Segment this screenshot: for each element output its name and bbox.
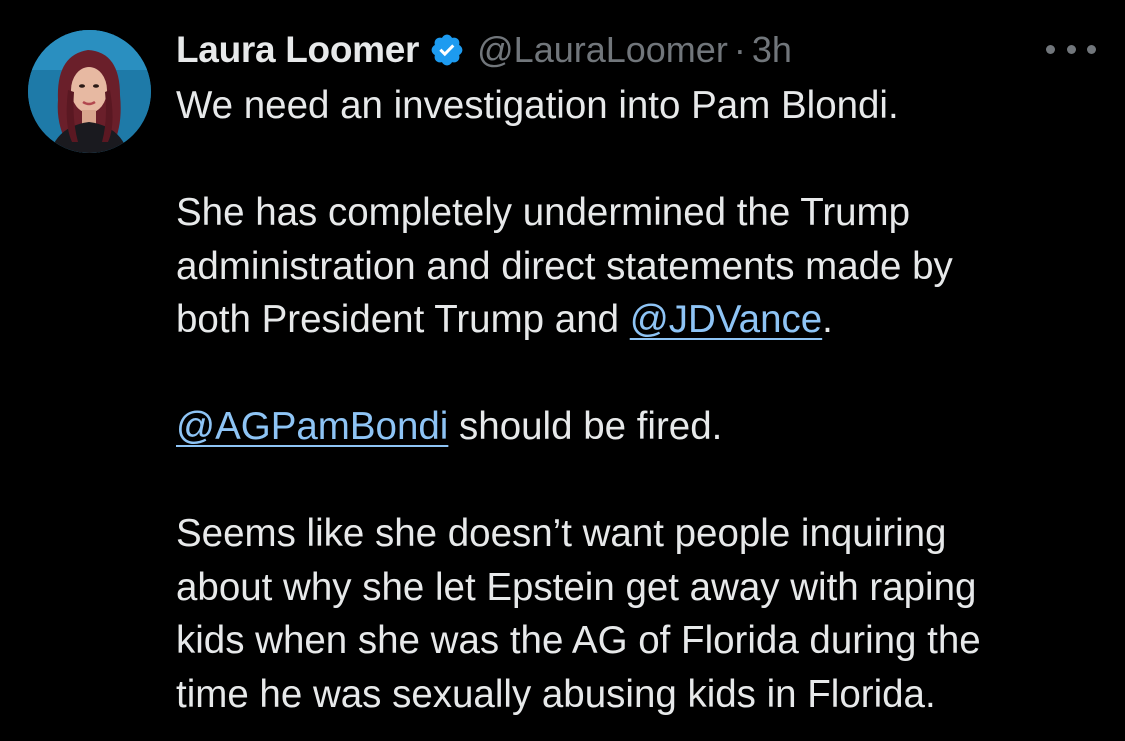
tweet-text-line: kids when she was the AG of Florida duri… [176, 619, 981, 662]
tweet-text-line: We need an investigation into Pam Blondi… [176, 84, 899, 127]
tweet-timestamp[interactable]: 3h [752, 29, 792, 71]
mention-link-agpambondi[interactable]: @AGPamBondi [176, 405, 448, 448]
tweet-text-line: both President Trump and [176, 298, 630, 341]
tweet-paragraph-2: She has completely undermined the Trump … [176, 186, 1106, 347]
tweet-text-line: should be fired. [448, 405, 723, 448]
author-avatar[interactable] [28, 30, 151, 153]
mention-link-jdvance[interactable]: @JDVance [630, 298, 822, 341]
header-separator: · [733, 29, 746, 70]
avatar-photo [28, 30, 151, 153]
tweet-text-line: time he was sexually abusing kids in Flo… [176, 672, 936, 716]
tweet-paragraph-1: We need an investigation into Pam Blondi… [176, 79, 1106, 133]
tweet-text: We need an investigation into Pam Blondi… [176, 79, 1106, 721]
tweet-paragraph-3: @AGPamBondi should be fired. [176, 400, 1106, 454]
tweet-header: Laura Loomer @LauraLoomer · 3h [176, 24, 792, 76]
author-handle[interactable]: @LauraLoomer [477, 29, 728, 71]
tweet: Laura Loomer @LauraLoomer · 3h We need a… [0, 0, 1125, 741]
ellipsis-icon-dot [1087, 44, 1096, 54]
verified-badge-icon [429, 32, 465, 68]
tweet-text-punct: . [822, 298, 833, 341]
ellipsis-icon-dot [1046, 44, 1055, 54]
more-options-button[interactable] [1046, 38, 1096, 60]
author-display-name[interactable]: Laura Loomer [176, 29, 419, 71]
tweet-text-line: about why she let Epstein get away with … [176, 565, 977, 609]
tweet-text-line: Seems like she doesn’t want people inqui… [176, 512, 947, 555]
ellipsis-icon-dot [1066, 44, 1076, 54]
tweet-text-line: She has completely undermined the Trump [176, 191, 911, 234]
tweet-paragraph-4: Seems like she doesn’t want people inqui… [176, 507, 1106, 721]
tweet-text-line: administration and direct statements mad… [176, 244, 953, 288]
